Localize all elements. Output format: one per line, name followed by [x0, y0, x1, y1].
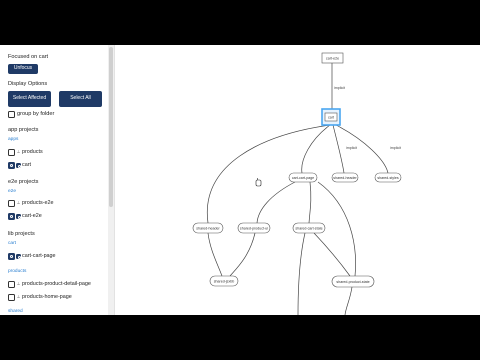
unfocus-button[interactable]: Unfocus [8, 64, 38, 74]
project-label-products-home-page: products-home-page [22, 294, 72, 300]
scrollbar-thumb[interactable] [109, 47, 113, 207]
graph-node-shared-header-2[interactable]: shared-header [192, 222, 224, 234]
hand-cursor-icon [255, 178, 262, 187]
focus-eye-icon[interactable] [8, 162, 15, 169]
focus-eye-icon[interactable] [8, 253, 15, 260]
project-label-cart-e2e: cart-e2e [22, 213, 42, 219]
svg-text:shared-header: shared-header [333, 176, 357, 180]
graph-edge [308, 181, 312, 224]
project-label-products: products [22, 149, 43, 155]
svg-text:shared-styles: shared-styles [377, 176, 399, 180]
graph-edge [207, 232, 223, 277]
graph-node-cart[interactable]: cart [321, 108, 341, 126]
group-by-folder-label: group by folder [17, 111, 55, 117]
graph-edge [313, 232, 351, 277]
project-toggle-products-home-page[interactable] [8, 294, 15, 301]
group-label-apps: apps [8, 137, 19, 142]
group-label-shared: shared [8, 309, 23, 314]
graph-edge [332, 124, 345, 174]
edge-label-implicit: implicit [390, 146, 401, 150]
project-toggle-products-product-detail-page[interactable] [8, 281, 15, 288]
graph-node-shared-jsxbb[interactable]: shared-jsxbb [209, 275, 239, 287]
dependency-graph[interactable]: implicit implicit implicit cart-e2e cart… [115, 45, 480, 315]
group-label-cart: cart [8, 241, 16, 246]
graph-node-shared-header[interactable]: shared-header [331, 172, 359, 183]
graph-edge [297, 232, 306, 315]
svg-text:shared-product-state: shared-product-state [336, 280, 369, 284]
graph-edge [229, 232, 256, 277]
svg-text:shared-cart-state: shared-cart-state [295, 227, 322, 231]
group-label-products: products [8, 269, 27, 274]
app-window: Focused on cart Unfocus Display Options … [0, 45, 480, 315]
graph-node-shared-cart-state[interactable]: shared-cart-state [292, 222, 326, 234]
filter-icon[interactable]: ⟂ [17, 281, 21, 286]
project-label-products-e2e: products-e2e [22, 200, 54, 206]
svg-text:shared-header: shared-header [196, 227, 220, 231]
svg-text:cart-e2e: cart-e2e [326, 57, 339, 61]
group-by-folder-checkbox[interactable] [8, 111, 15, 118]
svg-text:cart-cart-page: cart-cart-page [292, 176, 314, 180]
selected-dot-icon[interactable] [16, 214, 21, 219]
edge-label-implicit: implicit [334, 86, 345, 90]
graph-node-shared-product-state[interactable]: shared-product-state [331, 275, 375, 288]
filter-icon[interactable]: ⟂ [17, 200, 21, 205]
group-label-e2e: e2e [8, 189, 17, 194]
focused-label: Focused on cart [8, 54, 49, 60]
svg-text:shared-product-ui: shared-product-ui [240, 227, 268, 231]
project-toggle-products[interactable] [8, 149, 15, 156]
display-options-label: Display Options [8, 81, 48, 87]
focus-eye-icon[interactable] [8, 213, 15, 220]
graph-node-cart-cart-page[interactable]: cart-cart-page [288, 172, 318, 183]
graph-node-shared-product-ui[interactable]: shared-product-ui [237, 222, 271, 234]
project-label-products-product-detail-page: products-product-detail-page [22, 281, 91, 287]
filter-icon[interactable]: ⟂ [17, 149, 21, 154]
svg-text:shared-jsxbb: shared-jsxbb [214, 280, 235, 284]
graph-edge [335, 124, 389, 174]
graph-edge [301, 124, 331, 174]
project-label-cart-cart-page: cart-cart-page [22, 253, 56, 259]
edge-label-implicit: implicit [346, 146, 357, 150]
section-title-e2e-projects: e2e projects [8, 179, 39, 185]
graph-node-shared-styles[interactable]: shared-styles [374, 172, 402, 183]
selected-dot-icon[interactable] [16, 163, 21, 168]
section-title-app-projects: app projects [8, 127, 39, 133]
filter-icon[interactable]: ⟂ [17, 294, 21, 299]
graph-edge [344, 286, 353, 315]
sidebar: Focused on cart Unfocus Display Options … [0, 45, 108, 315]
select-all-button[interactable]: Select All [59, 91, 102, 107]
project-label-cart: cart [22, 162, 31, 168]
graph-node-cart-e2e[interactable]: cart-e2e [321, 52, 344, 64]
project-toggle-products-e2e[interactable] [8, 200, 15, 207]
select-affected-button[interactable]: Select Affected [8, 91, 51, 107]
svg-text:cart: cart [328, 116, 334, 120]
graph-edge [256, 181, 296, 224]
selected-dot-icon[interactable] [16, 254, 21, 259]
section-title-lib-projects: lib projects [8, 231, 35, 237]
